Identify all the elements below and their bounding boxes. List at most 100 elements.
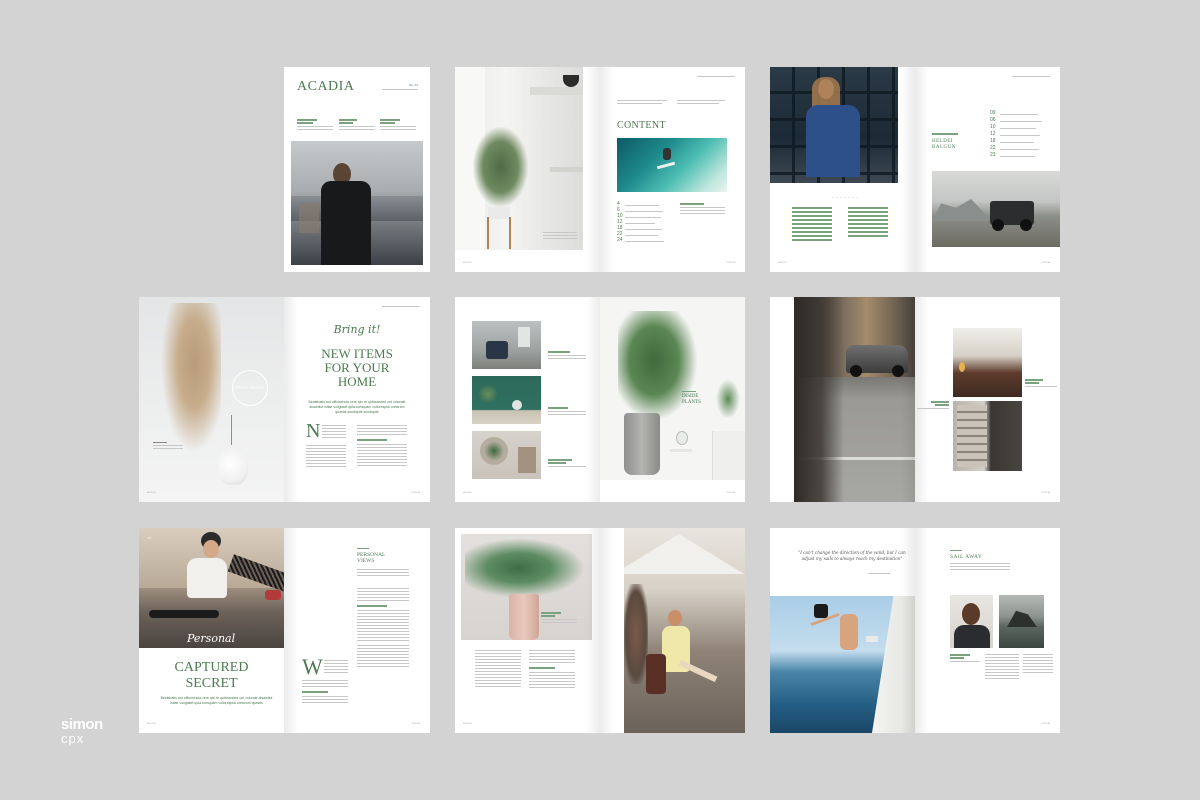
contents-number: 18 [617, 225, 623, 231]
new-items-script: Bring it! [333, 323, 381, 336]
personal-views-drop-cap: W [302, 654, 323, 679]
cover-page: ACADIA No. 01 [284, 67, 430, 272]
new-items-column-1-top [322, 425, 346, 443]
spread-2-left: ◂ ═══ [455, 67, 600, 272]
building-facade-photo [953, 401, 1022, 471]
page-folio: ═══ ▸ [726, 260, 735, 264]
inside-plants-caption: INSIDE PLANTS [682, 391, 701, 406]
index-page: HELDEI BALGUN 09 06 10 12 18 22 23 ═══ ▸ [915, 67, 1060, 272]
captured-title: CAPTURED SECRET [174, 660, 249, 691]
new-items-title: NEW ITEMS FOR YOUR HOME [321, 346, 393, 389]
contents-number: 24 [617, 237, 623, 243]
personal-views-col-1-top [324, 660, 348, 678]
green-wall-photo [472, 376, 541, 424]
spread-3-left: ─────── ◂ ═══ [770, 67, 915, 272]
plant-interior-photo [455, 67, 583, 250]
index-list: 09 06 10 12 18 22 23 [990, 111, 1050, 160]
contents-number: 6 [617, 207, 620, 213]
cafe-interior-photo [953, 328, 1022, 397]
spread-8-col-2 [529, 650, 575, 710]
thumb-caption-2 [548, 407, 586, 421]
skateboard-woman-photo [139, 528, 284, 648]
new-items-column-1 [306, 445, 346, 485]
page-folio: ═══ ▸ [411, 721, 420, 725]
cover-title: ACADIA [297, 79, 355, 94]
personal-views-col-1 [302, 680, 348, 720]
page-folio: ◂ ═══ [147, 490, 156, 494]
sail-quote: "I can't change the direction of the win… [798, 550, 906, 561]
cover-teaser-1 [297, 119, 333, 133]
rock-sea-photo [999, 595, 1044, 648]
watermark-logo: simon cpx [61, 716, 103, 746]
page-folio: ═══ ▸ [1041, 490, 1050, 494]
contents-number: 22 [617, 231, 623, 237]
new-items-column-2 [357, 425, 407, 477]
page-folio: ◂ ═══ [778, 260, 787, 264]
personal-views-col-2 [357, 588, 409, 718]
sail-away-intro [950, 563, 1010, 573]
spread-6-left [770, 297, 915, 502]
personal-views-intro [357, 569, 409, 583]
spread-8-left: ◂ ═══ [455, 528, 600, 733]
cover-teaser-2 [339, 119, 375, 133]
surfer-wave-photo [617, 138, 727, 192]
spread-6-right: ═══ ▸ [915, 297, 1060, 502]
contents-page: CONTENT 4 6 10 12 18 22 24 ═══ ▸ [600, 67, 745, 272]
index-heading: HELDEI BALGUN [932, 133, 958, 151]
spread-9-left: "I can't change the direction of the win… [770, 528, 915, 733]
captured-script: Personal [187, 632, 236, 645]
cover-photo-man-cityscape [291, 141, 423, 265]
page-folio: ◂ ═══ [463, 260, 472, 264]
page-folio: ═══ ▸ [411, 490, 420, 494]
sail-away-heading: SAIL AWAY [950, 550, 982, 560]
sail-away-col-2 [1023, 654, 1053, 714]
street-car-photo [794, 297, 915, 502]
cafe-woman-photo [624, 528, 745, 733]
page-folio: ◂ ═══ [463, 721, 472, 725]
meet-home-badge: Meet Home [232, 370, 268, 406]
captured-secret-page: ▪▪▪▪ Personal CAPTURED SECRET Beatsbatis… [139, 528, 284, 733]
spread-4-left: Meet Home ◂ ═══ [139, 297, 284, 502]
spread-5-left: ◂ ═══ [455, 297, 600, 502]
sail-away-photo-caption [950, 654, 980, 668]
vase-caption [153, 442, 183, 452]
eucalyptus-caption [541, 612, 577, 626]
inside-plants-page: INSIDE PLANTS ═══ ▸ [600, 297, 745, 502]
new-items-intro: Beatsbatis aut officimincta vere ipic te… [308, 400, 406, 414]
spread-8-right [600, 528, 745, 733]
sail-away-page: SAIL AWAY ═══ ▸ [915, 528, 1060, 733]
armchair-room-photo [472, 321, 541, 369]
contents-feature-note [680, 203, 725, 217]
boat-deck-sea-photo [770, 596, 915, 733]
contents-intro [617, 100, 725, 110]
spread-8-col-1 [475, 650, 521, 710]
contents-number: 12 [617, 219, 623, 225]
portrait-man-photo [950, 595, 993, 648]
personal-views-page: PERSONAL VIEWS W ═══ ▸ [284, 528, 430, 733]
monstera-mirror-photo [472, 431, 541, 479]
contents-title: CONTENT [617, 120, 666, 131]
cover-teaser-3 [380, 119, 416, 133]
spread-3-subhead: ─────── [831, 195, 861, 199]
cover-issue: No. 01 [409, 83, 418, 87]
spread-3-col-2 [848, 207, 888, 247]
plant-photo-caption [543, 232, 577, 242]
page-folio: ═══ ▸ [1041, 721, 1050, 725]
page-folio: ◂ ═══ [463, 490, 472, 494]
page-folio: ═══ ▸ [726, 490, 735, 494]
thumb-caption-3 [548, 459, 586, 473]
captured-photo-tag: ▪▪▪▪ [147, 536, 152, 540]
new-items-drop-cap: N [306, 420, 321, 442]
banana-plant-photo [600, 297, 745, 480]
collage-caption-1 [1025, 379, 1057, 393]
spread-3-col-1 [792, 207, 832, 247]
contents-number: 4 [617, 201, 620, 207]
woman-window-photo [770, 67, 898, 183]
page-folio: ◂ ═══ [147, 721, 156, 725]
personal-views-heading: PERSONAL VIEWS [357, 548, 385, 564]
page-folio: ═══ ▸ [1041, 260, 1050, 264]
contents-number: 10 [617, 213, 623, 219]
new-items-page: Bring it! NEW ITEMS FOR YOUR HOME Beatsb… [284, 297, 430, 502]
sail-away-col-1 [985, 654, 1019, 714]
captured-intro: Beatsbatis aut officimincta vere ipic te… [160, 696, 273, 705]
